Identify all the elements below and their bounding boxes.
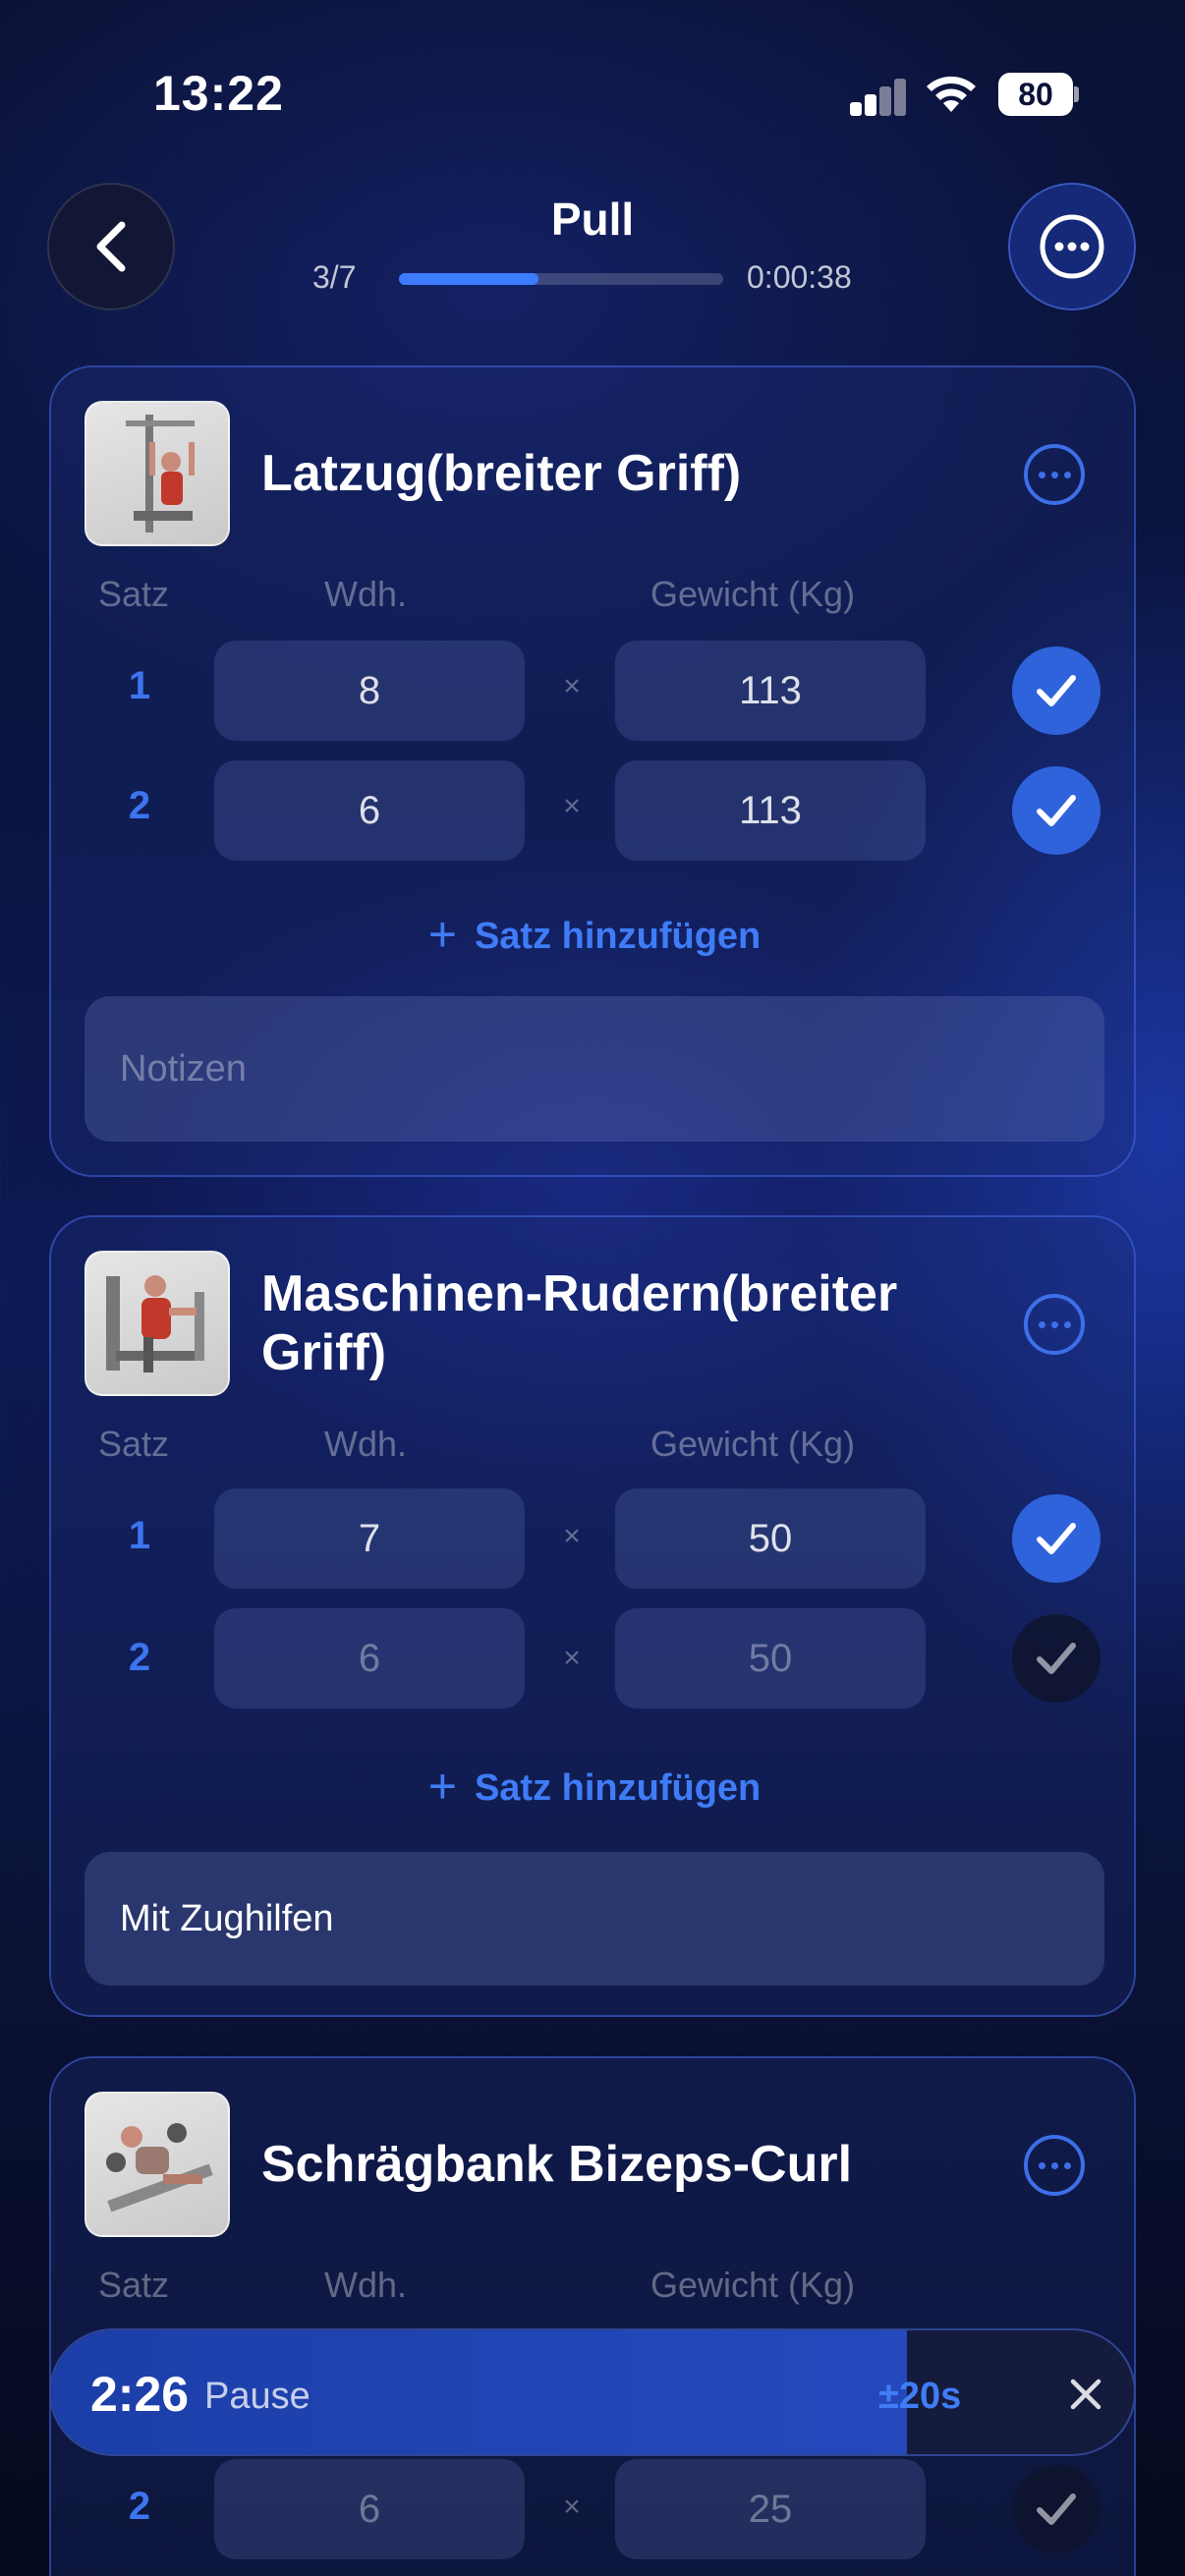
weight-input[interactable]: 113 — [615, 760, 926, 861]
set-number: 2 — [128, 2485, 151, 2528]
set-complete-toggle[interactable] — [1012, 1614, 1100, 1703]
reps-input[interactable]: 7 — [214, 1488, 525, 1589]
times-sign: × — [563, 1642, 581, 1674]
col-header-reps: Wdh. — [324, 1424, 408, 1464]
plus-icon: + — [427, 1759, 457, 1814]
set-number: 1 — [128, 664, 151, 707]
times-sign: × — [563, 1520, 581, 1552]
close-icon — [1070, 2379, 1101, 2410]
set-number: 2 — [128, 1636, 151, 1679]
cellular-signal-icon — [850, 77, 907, 116]
exercise-image — [85, 2092, 230, 2237]
times-sign: × — [563, 2491, 581, 2523]
checkmark-icon — [1037, 2493, 1076, 2525]
times-sign: × — [563, 790, 581, 822]
wifi-icon — [927, 76, 976, 112]
exercise-name[interactable]: Maschinen-Rudern(breiter Griff) — [261, 1264, 1008, 1382]
checkmark-icon — [1037, 795, 1076, 826]
chevron-left-icon — [96, 221, 126, 272]
status-bar: 13:22 80 — [0, 0, 1185, 187]
col-header-weight: Gewicht (Kg) — [650, 2265, 856, 2305]
add-set-button[interactable]: + Satz hinzufügen — [51, 906, 1138, 963]
col-header-reps: Wdh. — [324, 574, 408, 614]
checkmark-icon — [1037, 1643, 1076, 1674]
weight-input[interactable]: 113 — [615, 641, 926, 741]
workout-title: Pull — [550, 194, 635, 245]
exercise-image — [85, 401, 230, 546]
weight-input[interactable]: 50 — [615, 1488, 926, 1589]
elapsed-timer: 0:00:38 — [747, 259, 852, 295]
col-header-set: Satz — [98, 2265, 170, 2305]
set-number: 1 — [128, 1514, 151, 1557]
col-header-set: Satz — [98, 1424, 170, 1464]
exercise-image — [85, 1251, 230, 1396]
notes-field[interactable]: Mit Zughilfen — [85, 1852, 1104, 1986]
workout-more-button[interactable] — [1008, 183, 1136, 310]
reps-input[interactable]: 6 — [214, 2459, 525, 2559]
col-header-reps: Wdh. — [324, 2265, 408, 2305]
reps-input[interactable]: 6 — [214, 1608, 525, 1708]
reps-input[interactable]: 6 — [214, 760, 525, 861]
close-rest-button[interactable] — [1051, 2360, 1120, 2429]
exercise-more-icon[interactable] — [1024, 2135, 1085, 2196]
exercise-more-icon[interactable] — [1024, 444, 1085, 505]
status-time: 13:22 — [153, 66, 284, 121]
times-sign: × — [563, 670, 581, 702]
col-header-weight: Gewicht (Kg) — [650, 574, 856, 614]
workout-progress-bar — [399, 273, 723, 285]
checkmark-icon — [1037, 1523, 1076, 1554]
exercise-card: Schrägbank Bizeps-Curl Satz Wdh. Gewicht… — [49, 2056, 1136, 2576]
add-set-label: Satz hinzufügen — [474, 1767, 762, 1809]
set-complete-toggle[interactable] — [1012, 1494, 1100, 1583]
battery-icon: 80 — [998, 73, 1079, 116]
exercise-card: Maschinen-Rudern(breiter Griff) Satz Wdh… — [49, 1215, 1136, 2017]
weight-input[interactable]: 25 — [615, 2459, 926, 2559]
exercise-name[interactable]: Latzug(breiter Griff) — [261, 444, 1008, 503]
set-complete-toggle[interactable] — [1012, 646, 1100, 735]
add-set-button[interactable]: + Satz hinzufügen — [51, 1758, 1138, 1815]
rest-label: Pause — [204, 2376, 310, 2417]
battery-level: 80 — [998, 73, 1073, 116]
add-set-label: Satz hinzufügen — [474, 916, 762, 957]
rest-timer-bar: 2:26 Pause ±20s — [49, 2328, 1136, 2456]
workout-progress-fill — [399, 273, 538, 285]
col-header-weight: Gewicht (Kg) — [650, 1424, 856, 1464]
exercise-card: Latzug(breiter Griff) Satz Wdh. Gewicht … — [49, 365, 1136, 1177]
notes-field[interactable]: Notizen — [85, 996, 1104, 1142]
rest-time: 2:26 — [90, 2367, 190, 2422]
col-header-set: Satz — [98, 574, 170, 614]
back-button[interactable] — [47, 183, 175, 310]
plus-icon: + — [427, 907, 457, 962]
reps-input[interactable]: 8 — [214, 641, 525, 741]
set-complete-toggle[interactable] — [1012, 766, 1100, 855]
rest-adjust-button[interactable]: ±20s — [878, 2376, 961, 2418]
set-complete-toggle[interactable] — [1012, 2465, 1100, 2553]
exercise-name[interactable]: Schrägbank Bizeps-Curl — [261, 2135, 1008, 2194]
set-number: 2 — [128, 784, 151, 827]
exercise-counter: 3/7 — [312, 259, 357, 295]
weight-input[interactable]: 50 — [615, 1608, 926, 1708]
checkmark-icon — [1037, 675, 1076, 706]
exercise-more-icon[interactable] — [1024, 1294, 1085, 1355]
more-icon — [1040, 214, 1104, 279]
